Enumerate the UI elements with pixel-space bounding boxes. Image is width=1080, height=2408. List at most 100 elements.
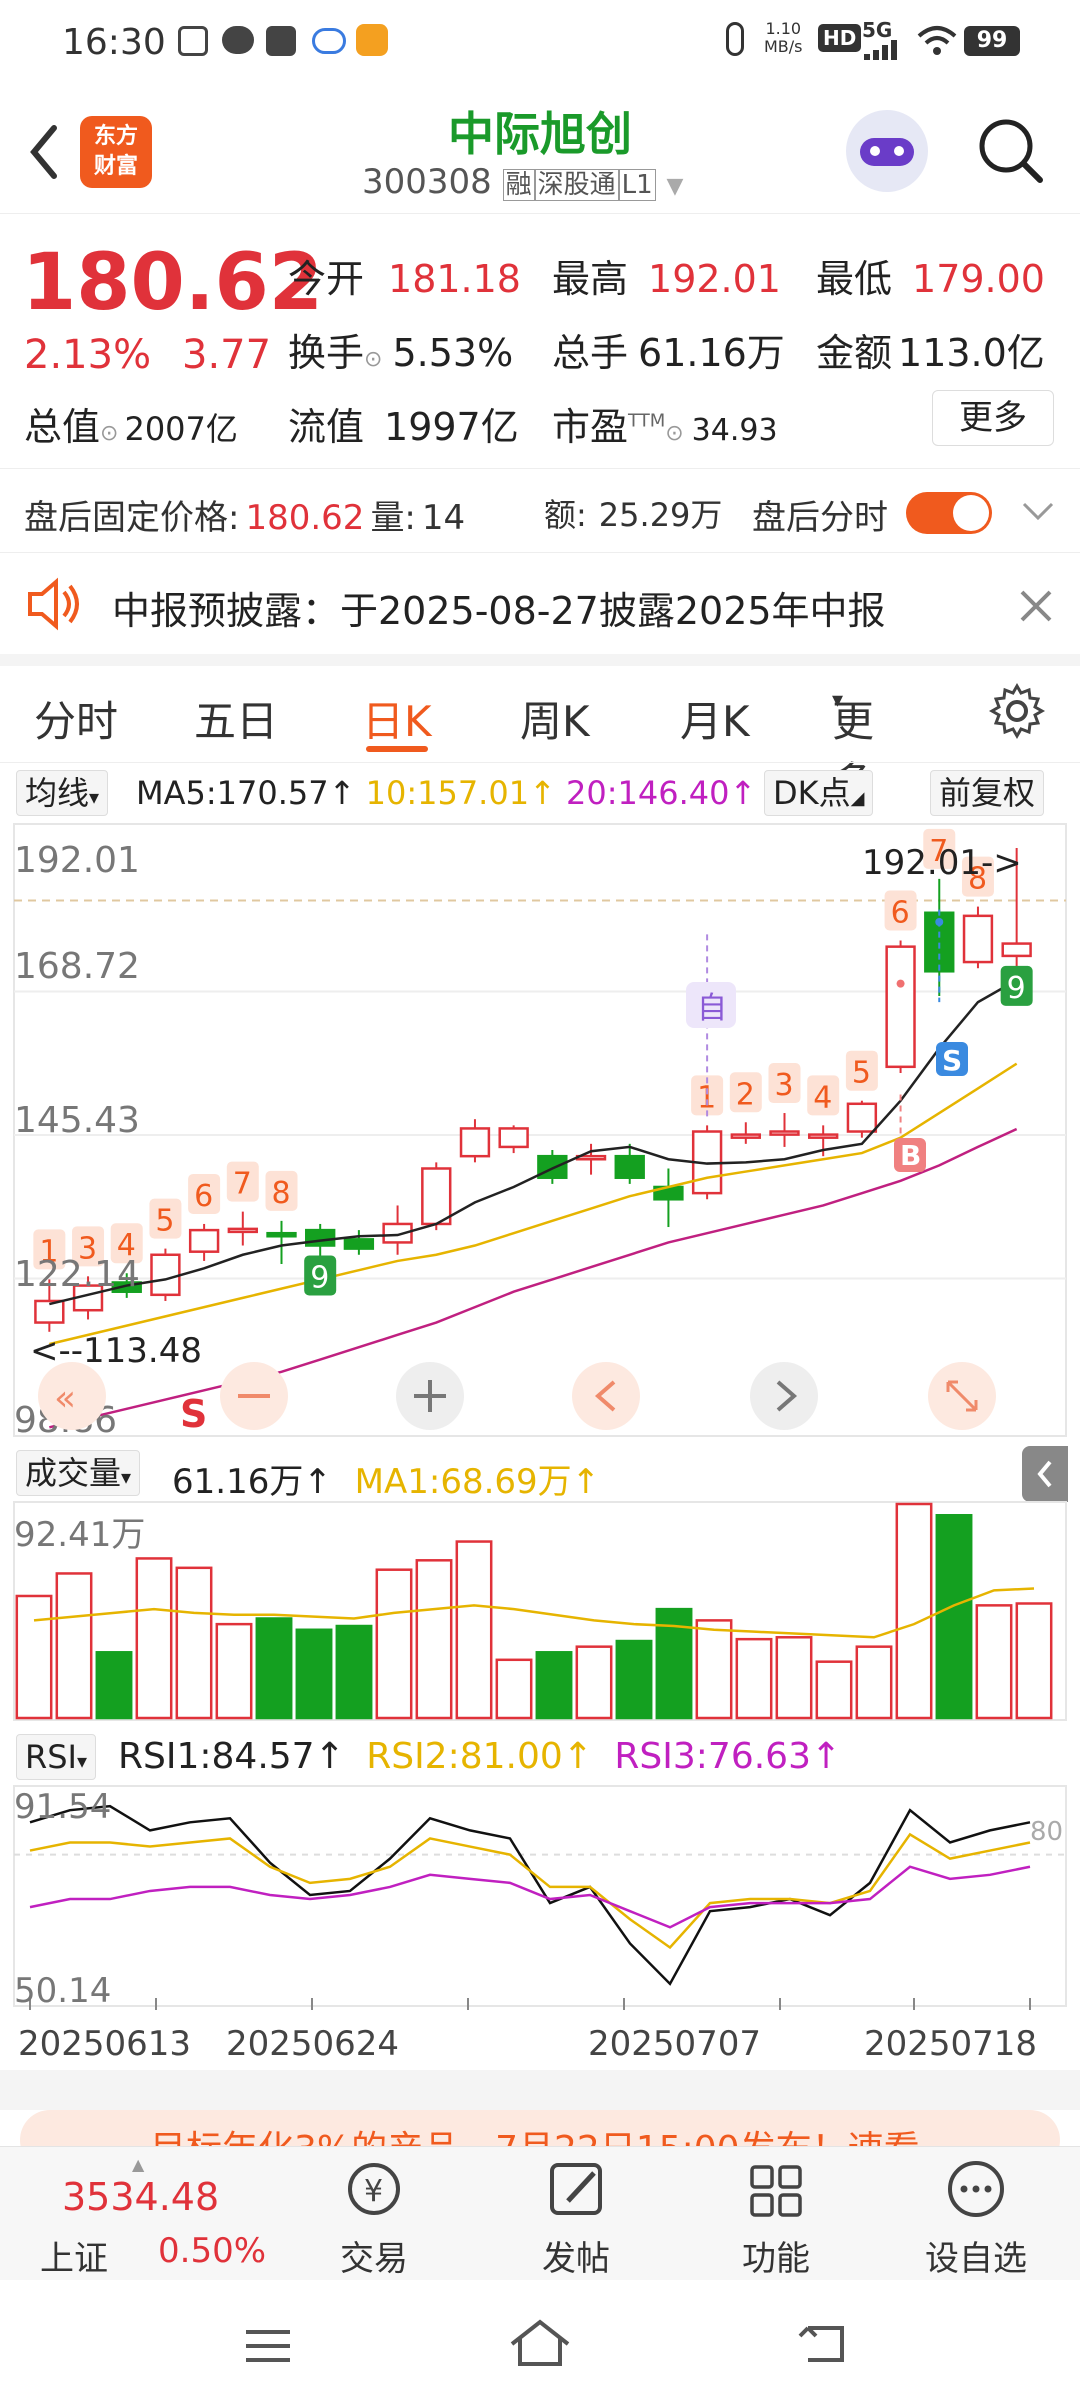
volume-bar [895, 1502, 933, 1720]
notice-text[interactable]: 中报预披露：于2025-08-27披露2025年中报 [112, 580, 886, 635]
active-tab-indicator [366, 746, 428, 752]
edit-icon [550, 2163, 602, 2215]
volume-bar [695, 1619, 733, 1720]
nine-count-label: 2 [736, 1077, 755, 1112]
tab-five-day[interactable]: 五日 [194, 688, 278, 749]
float-stat: 流值 1997亿 [288, 405, 519, 449]
dk-point-selector[interactable]: DK点◢ [764, 770, 874, 816]
signal-dot [896, 979, 905, 988]
volume-bar [415, 1559, 453, 1720]
index-up-icon: ▲ [132, 2155, 145, 2174]
nine-count-label: 4 [813, 1080, 832, 1115]
candle [459, 1127, 491, 1158]
kline-chart[interactable]: 1 3 456 7 891 2 3 456789 192.01 168.72 145.43 1… [0, 822, 1080, 1442]
rsi-y-top: 91.54 [14, 1787, 111, 1827]
volume-bar [975, 1604, 1013, 1720]
tab-monthly-k[interactable]: 月K [680, 688, 750, 749]
side-panel-button[interactable] [1022, 1446, 1068, 1502]
rsi-chart[interactable]: 91.54 50.14 80 [0, 1784, 1080, 2016]
add-watchlist-button[interactable]: 设自选 [906, 2147, 1046, 2281]
volume-chart[interactable]: 92.41万 [0, 1500, 1080, 1726]
nine-count-label: 7 [233, 1167, 252, 1202]
candle [1001, 942, 1032, 958]
volume-bar [55, 1572, 93, 1720]
volume-bar [335, 1624, 373, 1720]
trade-button[interactable]: ¥ 交易 [304, 2147, 444, 2281]
rsi-values: RSI1:84.57↑ RSI2:81.00↑ RSI3:76.63↑ [118, 1736, 842, 1777]
volume-bar [95, 1651, 133, 1720]
post-button[interactable]: 发帖 [506, 2147, 646, 2281]
y-tick: 145.43 [14, 1100, 140, 1141]
high-marker: 192.01-> [862, 843, 1022, 883]
back-nav-icon[interactable] [794, 2320, 850, 2368]
home-icon[interactable] [506, 2316, 574, 2370]
candle [962, 914, 994, 964]
tab-weekly-k[interactable]: 周K [520, 688, 590, 749]
pe-stat: 市盈TTM⊙ 34.93 [552, 405, 778, 449]
nine-count-label: 6 [891, 895, 910, 930]
candle [188, 1228, 220, 1253]
candle [614, 1154, 645, 1179]
connect-badge: 深股通 [534, 169, 619, 201]
open-stat: 今开 181.18 [288, 257, 521, 301]
index-value[interactable]: 3534.48 [62, 2175, 219, 2219]
volume-bar [535, 1651, 573, 1720]
svg-text:S: S [942, 1044, 962, 1077]
afterhours-toggle[interactable] [906, 492, 992, 534]
ma-selector[interactable]: 均线▾ [16, 770, 109, 816]
scroll-right-button[interactable] [750, 1362, 818, 1430]
tab-intraday[interactable]: 分时 [34, 688, 118, 749]
volume-bar [135, 1557, 173, 1720]
search-icon[interactable] [976, 116, 1046, 186]
rsi-indicator-selector[interactable]: RSI▾ [16, 1734, 97, 1780]
low-stat: 最低 179.00 [816, 257, 1045, 301]
high-stat: 最高 192.01 [552, 257, 781, 301]
scroll-left-button[interactable] [572, 1362, 640, 1430]
robot-assistant-icon[interactable] [846, 110, 928, 192]
signal-icon [864, 40, 897, 60]
volume-bar [175, 1566, 213, 1720]
gear-icon[interactable] [988, 682, 1046, 740]
functions-button[interactable]: 功能 [706, 2147, 846, 2281]
candle [808, 1133, 839, 1139]
volume-bar [255, 1617, 293, 1720]
tab-daily-k[interactable]: 日K [362, 688, 432, 749]
candle [769, 1130, 800, 1136]
more-stats-button[interactable]: 更多 [932, 390, 1054, 446]
chevron-down-icon: ▼ [666, 174, 684, 199]
adjust-selector[interactable]: 前复权 [930, 770, 1045, 816]
nine-count-label: 5 [852, 1056, 871, 1091]
status-time: 16:30 [62, 22, 166, 63]
volume-bar [815, 1660, 853, 1720]
candle [266, 1231, 297, 1238]
svg-text:B: B [900, 1139, 921, 1172]
afterhours-toggle-label: 盘后分时 [752, 498, 888, 538]
close-icon[interactable] [1016, 586, 1056, 626]
volume-bar [455, 1540, 493, 1720]
change-value: 3.77 [182, 332, 272, 378]
hd-badge: HD [818, 24, 862, 52]
date-label: 20250707 [588, 2024, 762, 2064]
menu-icon[interactable] [240, 2324, 296, 2368]
chevron-down-icon[interactable] [1020, 498, 1056, 526]
candle [150, 1253, 181, 1297]
volume-bar [615, 1639, 653, 1720]
candle [305, 1228, 336, 1247]
svg-text:S: S [180, 1392, 207, 1436]
wifi-icon [917, 26, 957, 55]
app-emoji-icon [356, 24, 388, 56]
nine-count-label: 5 [155, 1204, 174, 1239]
stock-header: 东方 财富 中际旭创 300308 融深股通 L1 ▼ [0, 84, 1080, 214]
volume-indicator-selector[interactable]: 成交量▾ [16, 1450, 141, 1496]
change-pct: 2.13% [24, 332, 152, 378]
mktcap-stat: 总值⊙ 2007亿 [24, 405, 238, 449]
y-tick: 122.14 [14, 1254, 140, 1295]
stock-code-row[interactable]: 300308 融深股通 L1 ▼ [362, 162, 683, 202]
status-bar: 16:30 1.10 MB/s HD 5G 99 [0, 0, 1080, 84]
y-tick: 192.01 [14, 840, 140, 881]
bottom-toolbar: 3534.48 ▲ 上证 0.50% ¥ 交易 发帖 功能 设自选 [0, 2146, 1080, 2280]
system-nav-bar [0, 2280, 1080, 2408]
date-label: 20250624 [226, 2024, 400, 2064]
volume-bar [375, 1568, 413, 1720]
nine-count-label: 6 [194, 1179, 213, 1214]
